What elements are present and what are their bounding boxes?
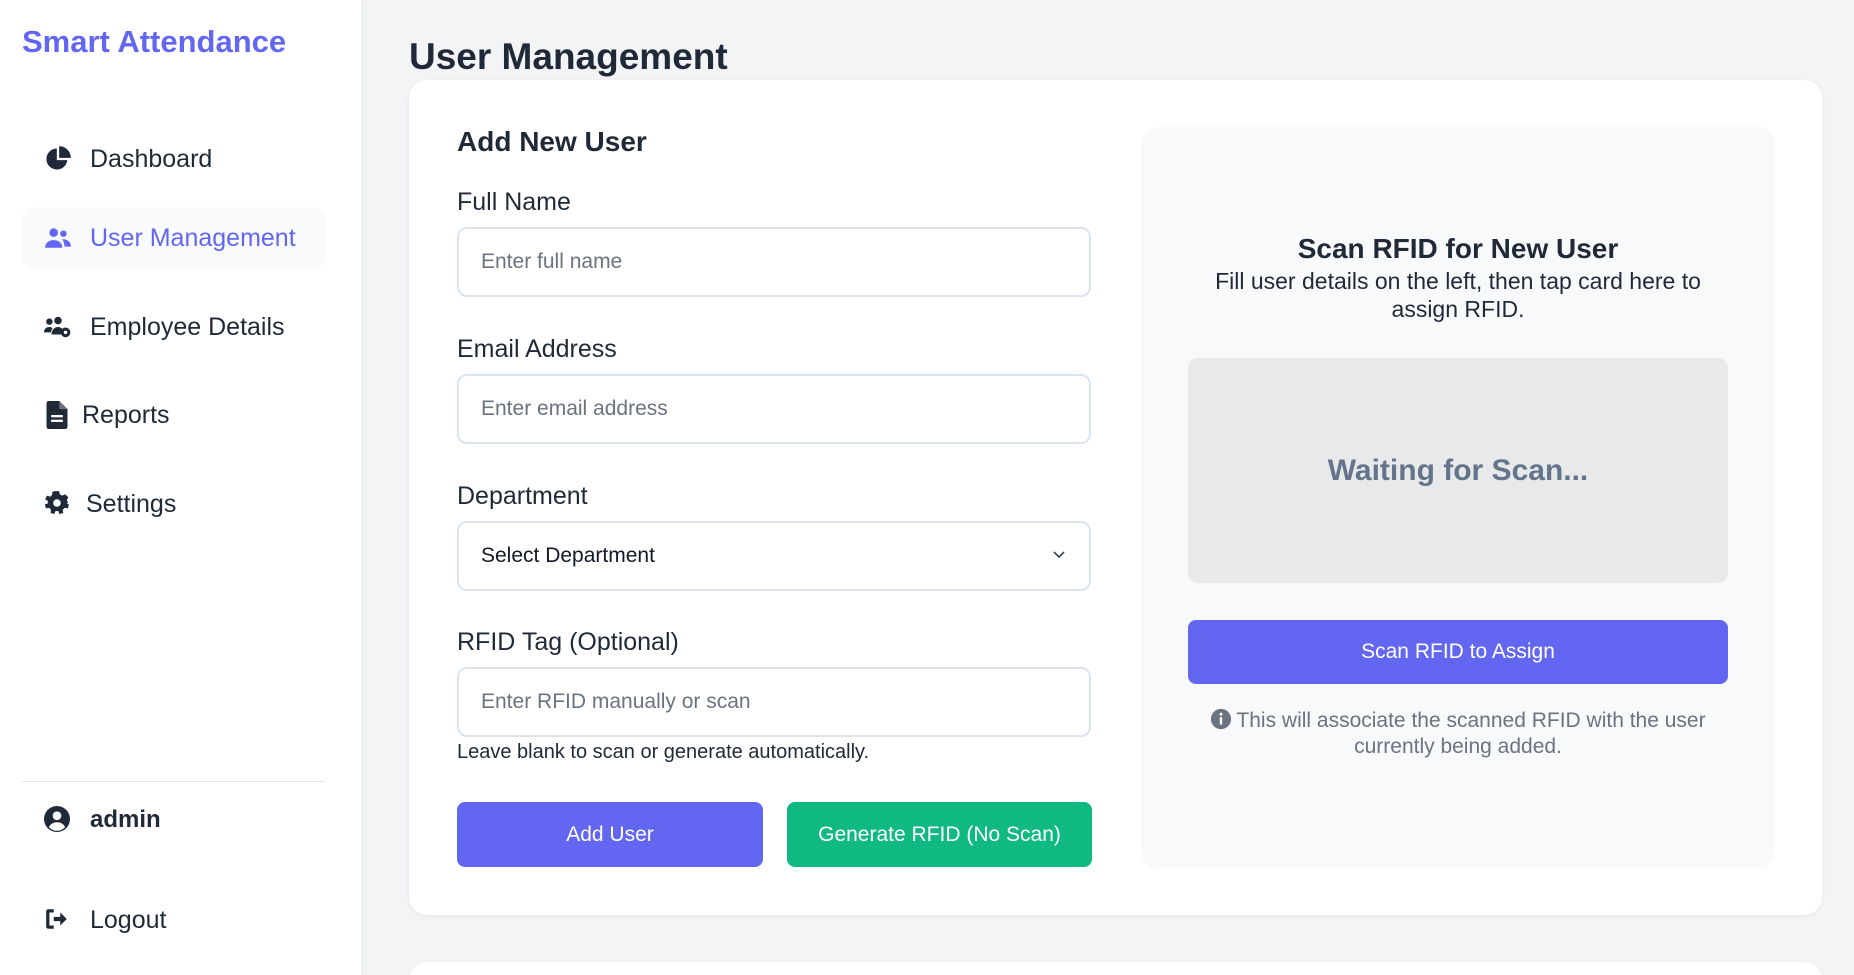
sidebar-item-employee-details[interactable]: Employee Details bbox=[22, 296, 325, 358]
user-profile[interactable]: admin bbox=[22, 800, 161, 840]
chevron-down-icon bbox=[1051, 544, 1067, 568]
sidebar-item-settings[interactable]: Settings bbox=[22, 473, 325, 535]
sidebar-item-label: Settings bbox=[86, 489, 177, 518]
sidebar-item-user-management[interactable]: User Management bbox=[22, 207, 325, 269]
file-icon bbox=[46, 401, 68, 429]
email-input[interactable] bbox=[457, 374, 1091, 444]
sidebar-item-dashboard[interactable]: Dashboard bbox=[22, 128, 325, 190]
logout-label: Logout bbox=[90, 905, 167, 934]
user-name: admin bbox=[90, 806, 161, 833]
sidebar-item-reports[interactable]: Reports bbox=[22, 384, 325, 446]
full-name-label: Full Name bbox=[457, 188, 571, 216]
rfid-label: RFID Tag (Optional) bbox=[457, 628, 679, 656]
rfid-hint: Leave blank to scan or generate automati… bbox=[457, 741, 870, 763]
secondary-card bbox=[409, 962, 1822, 975]
gear-icon bbox=[44, 490, 72, 518]
full-name-input[interactable] bbox=[457, 227, 1091, 297]
sidebar-divider bbox=[22, 781, 325, 782]
generate-rfid-button[interactable]: Generate RFID (No Scan) bbox=[787, 802, 1092, 867]
form-title: Add New User bbox=[457, 126, 647, 157]
sidebar-item-label: Employee Details bbox=[90, 312, 285, 341]
logout-button[interactable]: Logout bbox=[22, 900, 166, 940]
info-circle-icon bbox=[1210, 708, 1232, 730]
scan-status-box: Waiting for Scan... bbox=[1188, 358, 1728, 583]
scan-subtitle: Fill user details on the left, then tap … bbox=[1215, 268, 1701, 322]
scan-rfid-button[interactable]: Scan RFID to Assign bbox=[1188, 620, 1728, 684]
scan-note: This will associate the scanned RFID wit… bbox=[1191, 708, 1725, 760]
scan-note-text: This will associate the scanned RFID wit… bbox=[1236, 709, 1706, 758]
page-title: User Management bbox=[409, 36, 728, 77]
chart-pie-icon bbox=[44, 145, 72, 173]
scan-title: Scan RFID for New User bbox=[1297, 233, 1619, 264]
department-label: Department bbox=[457, 482, 588, 510]
department-selected-value: Select Department bbox=[481, 544, 655, 567]
users-icon bbox=[44, 224, 72, 252]
sign-out-icon bbox=[44, 906, 72, 934]
add-user-button[interactable]: Add User bbox=[457, 802, 763, 867]
email-label: Email Address bbox=[457, 335, 617, 363]
scan-status: Waiting for Scan... bbox=[1327, 453, 1589, 487]
brand-title[interactable]: Smart Attendance bbox=[22, 24, 286, 60]
sidebar-item-label: Reports bbox=[82, 400, 170, 429]
sidebar: Smart Attendance Dashboard User Manageme… bbox=[0, 0, 361, 975]
users-gear-icon bbox=[44, 313, 72, 341]
sidebar-item-label: User Management bbox=[90, 223, 296, 252]
department-select[interactable]: Select Department bbox=[457, 521, 1091, 591]
sidebar-item-label: Dashboard bbox=[90, 144, 213, 173]
rfid-input[interactable] bbox=[457, 667, 1091, 737]
user-circle-icon bbox=[44, 806, 72, 834]
